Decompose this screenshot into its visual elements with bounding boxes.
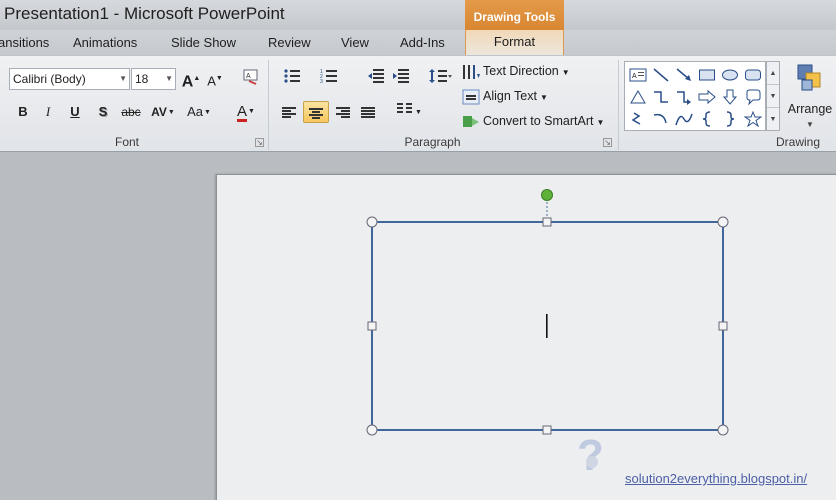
resize-handle-bottom-left[interactable]: [366, 424, 378, 436]
text-cursor: [546, 314, 548, 338]
resize-handle-top[interactable]: [542, 217, 552, 227]
resize-handle-right[interactable]: [718, 321, 728, 331]
selected-textbox-overlay: ?: [366, 189, 729, 480]
resize-handle-bottom-right[interactable]: [717, 424, 729, 436]
rotation-handle[interactable]: [541, 189, 553, 201]
resize-handle-bottom[interactable]: [542, 425, 552, 435]
resize-handle-left[interactable]: [367, 321, 377, 331]
resize-handle-top-right[interactable]: [717, 216, 729, 228]
resize-handle-top-left[interactable]: [366, 216, 378, 228]
watermark-link[interactable]: solution2everything.blogspot.in/: [625, 471, 807, 486]
svg-text:?: ?: [577, 431, 604, 480]
watermark-logo: ?: [577, 431, 604, 480]
